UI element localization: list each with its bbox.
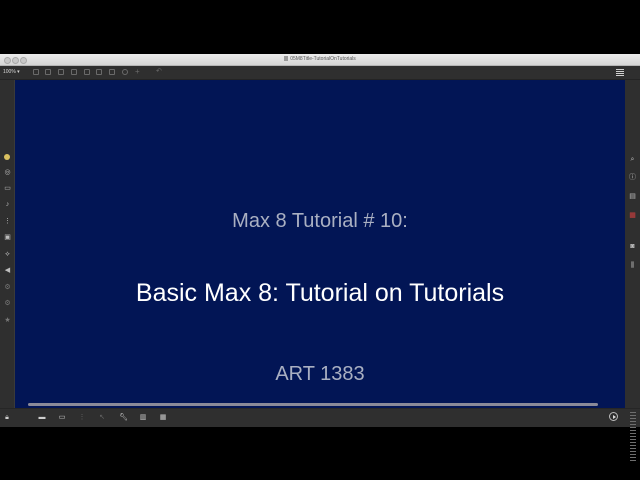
star-icon[interactable]: ★ <box>4 317 11 324</box>
new-object-icon[interactable] <box>33 69 39 75</box>
top-toolbar: 100% ▾ + ↶ <box>0 66 640 80</box>
pointer-icon[interactable]: ↖ <box>98 414 106 421</box>
comment-icon[interactable]: ▬ <box>38 414 46 421</box>
link-icon[interactable]: ⟡ <box>4 251 11 258</box>
music-note-icon[interactable]: ♪ <box>4 201 11 208</box>
message-icon[interactable]: ▭ <box>4 185 11 192</box>
window-title-text: 05M8Title-TutorialOnTutorials <box>290 56 356 62</box>
tutorial-number: Max 8 Tutorial # 10: <box>232 210 408 232</box>
arrow-icon[interactable]: ◀ <box>4 267 11 274</box>
button-icon[interactable] <box>84 69 90 75</box>
undo-icon[interactable]: ↶ <box>156 68 162 75</box>
tutorial-title: Basic Max 8: Tutorial on Tutorials <box>135 279 505 307</box>
course-code: ART 1383 <box>275 363 365 385</box>
zoom-label: 100% <box>3 69 16 75</box>
left-sidebar: ◎ ▭ ♪ ⋮ ▣ ⟡ ◀ ⚙ ⚙ ★ <box>0 80 14 408</box>
play-icon[interactable] <box>609 412 618 421</box>
toggle-icon[interactable] <box>71 69 77 75</box>
camera-icon[interactable]: ◙ <box>629 243 636 250</box>
settings-icon[interactable]: ⚙ <box>4 284 11 291</box>
book-icon[interactable]: ▤ <box>629 193 636 200</box>
bottom-toolbar: 🔒︎ ▬ ▭ ⋮ ↖ 🔧︎ ▥ ▦ <box>0 408 640 427</box>
max-patcher-window: 05M8Title-TutorialOnTutorials 100% ▾ + ↶… <box>0 54 640 462</box>
levels-icon[interactable]: ⫼ <box>629 262 636 269</box>
sidebar-toggle-icon[interactable] <box>616 69 624 76</box>
horizontal-scrollbar[interactable] <box>28 403 598 406</box>
wrench-icon[interactable]: 🔧︎ <box>119 414 128 421</box>
info-icon[interactable]: ⓘ <box>629 174 636 181</box>
slider-icon[interactable] <box>109 69 115 75</box>
keyboard-icon[interactable]: ▦ <box>159 414 167 421</box>
patcher-canvas[interactable]: Max 8 Tutorial # 10: Basic Max 8: Tutori… <box>15 80 625 408</box>
dial-icon[interactable] <box>122 69 128 75</box>
comment-icon[interactable] <box>58 69 64 75</box>
settings-icon[interactable]: ⚙ <box>4 300 11 307</box>
inspector-icon[interactable]: ▦ <box>629 212 636 219</box>
add-icon[interactable]: + <box>135 68 141 76</box>
piano-icon[interactable]: ▥ <box>139 414 147 421</box>
window-title: 05M8Title-TutorialOnTutorials <box>0 54 640 65</box>
level-meter <box>630 412 636 462</box>
grid-icon[interactable]: ⋮ <box>78 414 86 421</box>
zoom-dropdown[interactable]: 100% ▾ <box>3 68 20 77</box>
new-message-icon[interactable] <box>45 69 51 75</box>
object-icon[interactable] <box>4 154 10 160</box>
title-bar: 05M8Title-TutorialOnTutorials <box>0 54 640 66</box>
number-icon[interactable] <box>96 69 102 75</box>
layers-icon[interactable]: ▭ <box>58 414 66 421</box>
document-icon <box>284 56 289 62</box>
image-icon[interactable]: ▣ <box>4 234 11 241</box>
lock-icon[interactable]: 🔒︎ <box>3 414 11 421</box>
search-icon[interactable]: ⌕ <box>629 156 636 163</box>
circle-icon[interactable]: ◎ <box>4 169 11 176</box>
matrix-icon[interactable]: ⋮ <box>4 218 11 225</box>
right-sidebar: ⌕ ⓘ ▤ ▦ ◙ ⫼ <box>625 80 640 408</box>
